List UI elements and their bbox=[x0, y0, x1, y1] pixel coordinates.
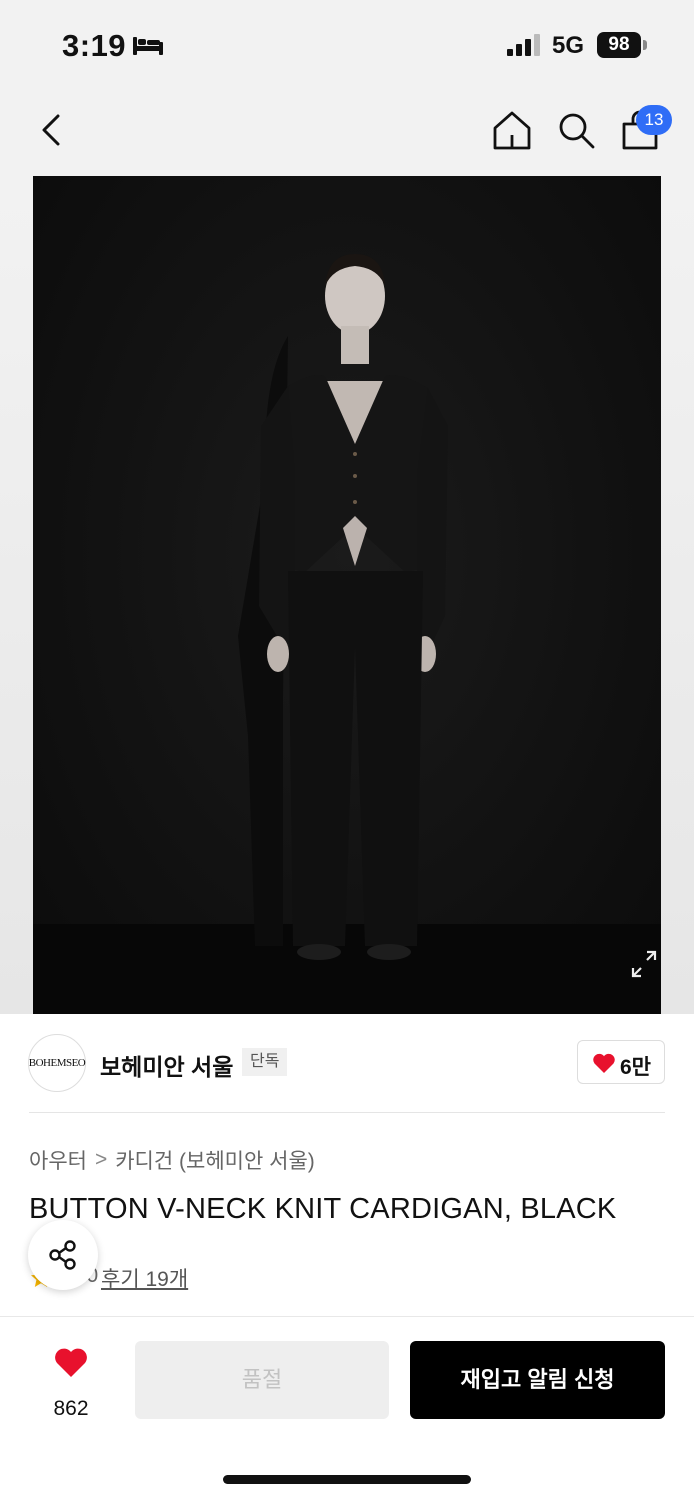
network-label: 5G bbox=[552, 32, 585, 59]
breadcrumb-category[interactable]: 아우터 bbox=[29, 1145, 87, 1175]
home-indicator bbox=[223, 1475, 471, 1484]
brand-row: BOHEMSEO 보헤미안 서울 단독 6만 bbox=[0, 1014, 694, 1114]
wishlist-button[interactable]: 862 bbox=[36, 1343, 106, 1420]
battery-level: 98 bbox=[597, 32, 641, 58]
brand-like-count: 6만 bbox=[620, 1056, 651, 1079]
share-button[interactable] bbox=[28, 1220, 98, 1290]
breadcrumb-subcategory[interactable]: 카디건 (보헤미안 서울) bbox=[115, 1145, 315, 1175]
brand-logo-text: BOHEMSEO bbox=[28, 1057, 86, 1069]
wishlist-count: 862 bbox=[53, 1397, 89, 1420]
brand-logo[interactable]: BOHEMSEO bbox=[28, 1034, 86, 1092]
search-icon[interactable] bbox=[554, 108, 598, 152]
brand-like-button[interactable]: 6만 bbox=[577, 1040, 665, 1084]
back-icon[interactable] bbox=[32, 108, 72, 152]
battery-cap bbox=[643, 40, 647, 50]
bed-icon bbox=[133, 37, 163, 55]
model-silhouette bbox=[33, 254, 661, 1014]
breadcrumb: 아우터 > 카디건 (보헤미안 서울) bbox=[29, 1145, 315, 1175]
image-side-fill-left bbox=[0, 176, 33, 1014]
restock-alert-button[interactable]: 재입고 알림 신청 bbox=[410, 1341, 665, 1419]
bottom-action-bar: 862 품절 재입고 알림 신청 bbox=[0, 1316, 694, 1500]
expand-icon[interactable] bbox=[623, 944, 665, 984]
brand-name[interactable]: 보헤미안 서울 bbox=[100, 1048, 233, 1082]
breadcrumb-separator: > bbox=[94, 1148, 108, 1171]
product-image[interactable] bbox=[33, 176, 661, 1014]
status-time: 3:19 bbox=[62, 28, 127, 63]
heart-icon bbox=[55, 1348, 87, 1377]
image-side-fill-right bbox=[661, 176, 694, 1014]
exclusive-badge: 단독 bbox=[242, 1048, 288, 1076]
nav-bar bbox=[0, 92, 694, 176]
cart-count-badge: 13 bbox=[636, 105, 672, 135]
share-icon bbox=[49, 1240, 76, 1270]
product-title: BUTTON V-NECK KNIT CARDIGAN, BLACK bbox=[29, 1193, 617, 1225]
battery-indicator: 98 bbox=[597, 32, 647, 58]
signal-icon bbox=[507, 34, 540, 56]
home-icon[interactable] bbox=[490, 108, 534, 152]
review-count-link[interactable]: 후기 19개 bbox=[101, 1263, 188, 1293]
status-bar: 3:19 5G 98 bbox=[0, 0, 694, 92]
divider bbox=[29, 1112, 665, 1113]
heart-icon bbox=[593, 1053, 615, 1073]
soldout-button[interactable]: 품절 bbox=[135, 1341, 389, 1419]
